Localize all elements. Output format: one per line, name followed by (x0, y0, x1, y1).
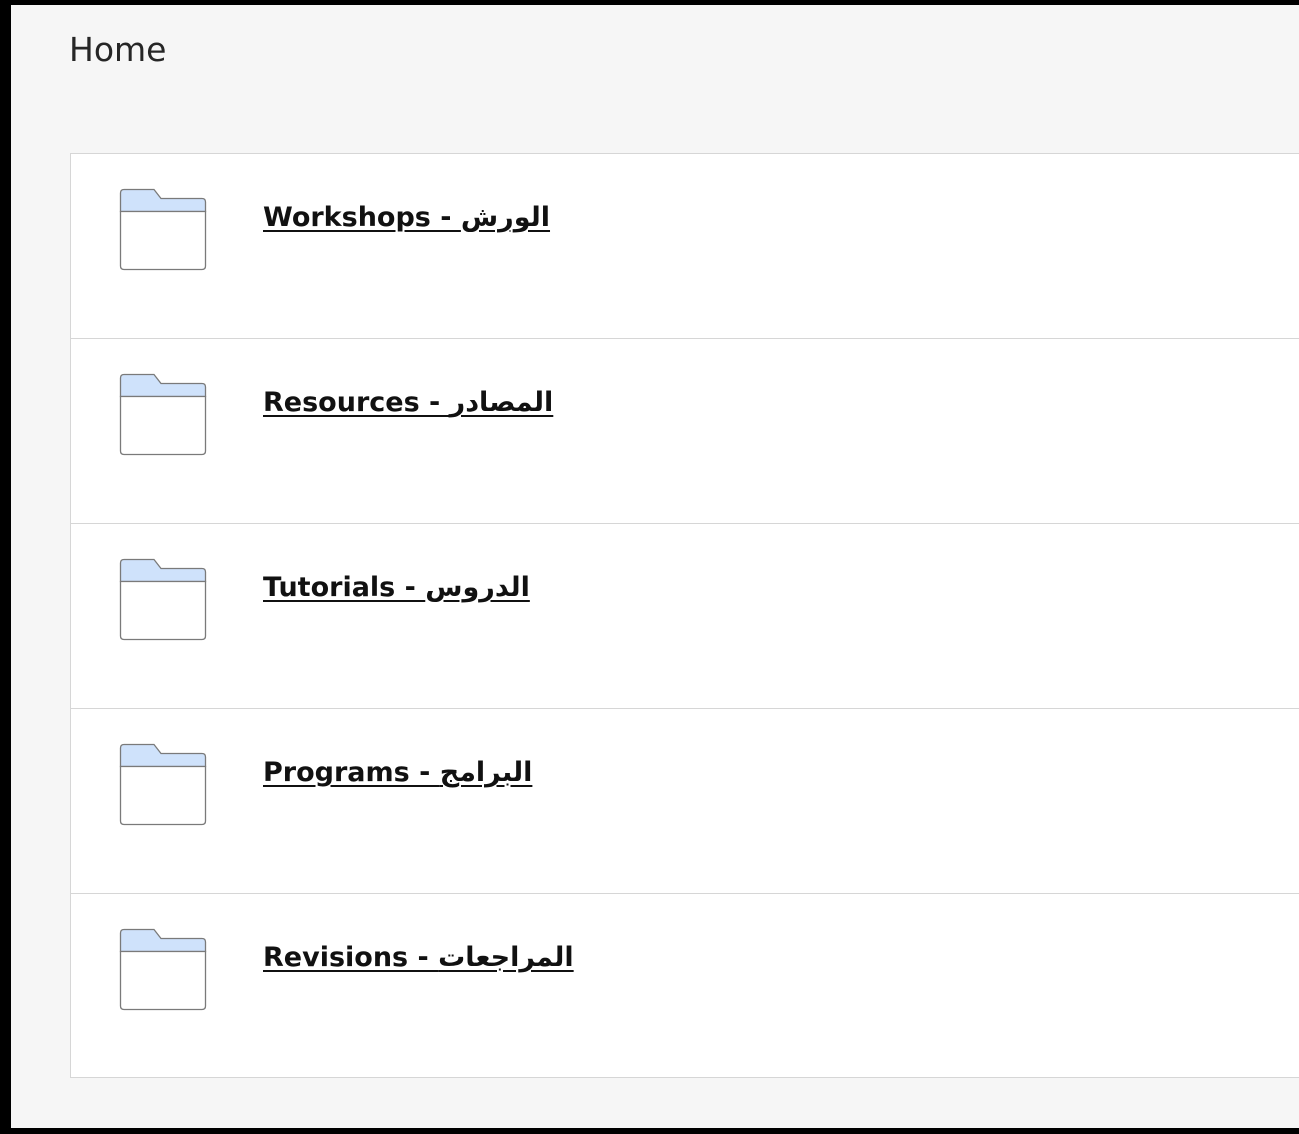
list-item: Programs - البرامج (71, 709, 1299, 894)
folder-link-workshops[interactable]: Workshops - الورش (263, 200, 550, 236)
app-window: Home Workshops - الورش Resources - المصا… (0, 0, 1299, 1134)
folder-link-tutorials[interactable]: Tutorials - الدروس (263, 570, 530, 606)
folder-list: Workshops - الورش Resources - المصادر Tu… (70, 153, 1299, 1078)
list-item: Revisions - المراجعات (71, 894, 1299, 1077)
page-title: Home (69, 30, 167, 69)
folder-link-resources[interactable]: Resources - المصادر (263, 385, 553, 421)
folder-icon[interactable] (119, 372, 207, 456)
folder-link-revisions[interactable]: Revisions - المراجعات (263, 940, 574, 976)
folder-icon[interactable] (119, 927, 207, 1011)
folder-icon[interactable] (119, 187, 207, 271)
list-item: Tutorials - الدروس (71, 524, 1299, 709)
list-item: Resources - المصادر (71, 339, 1299, 524)
folder-link-programs[interactable]: Programs - البرامج (263, 755, 532, 791)
folder-icon[interactable] (119, 742, 207, 826)
folder-icon[interactable] (119, 557, 207, 641)
list-item: Workshops - الورش (71, 154, 1299, 339)
